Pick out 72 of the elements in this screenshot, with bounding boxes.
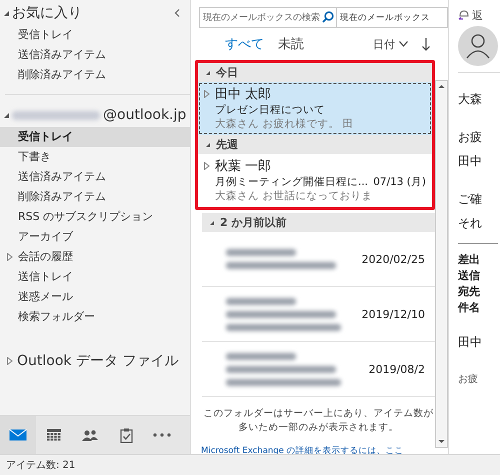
collapse-icon[interactable] xyxy=(174,9,180,17)
mail-date: 2020/02/25 xyxy=(362,252,425,266)
folder-item[interactable]: アーカイブ xyxy=(0,227,190,247)
folder-item[interactable]: 受信トレイ xyxy=(0,25,190,45)
expand-icon[interactable] xyxy=(4,10,9,16)
message-text: 田中 xyxy=(458,334,483,351)
message-text: 大森 xyxy=(458,91,483,108)
mail-subject: プレゼン日程について xyxy=(215,103,326,117)
mail-preview: 大森さん お疲れ様です。 田 xyxy=(214,117,355,131)
group-heading[interactable]: 先週 xyxy=(216,137,238,152)
folder-item[interactable]: RSS のサブスクリプション xyxy=(0,207,190,227)
people-icon xyxy=(82,429,98,441)
sort-direction-icon[interactable] xyxy=(422,38,430,50)
mail-item[interactable]: 2019/08/2 xyxy=(202,342,435,397)
sender-name: 秋葉 一郎 xyxy=(215,158,272,175)
reply-icon xyxy=(458,10,470,21)
folder-item[interactable]: 検索フォルダー xyxy=(0,307,190,327)
blurred-text xyxy=(226,352,296,360)
message-text: ご確 xyxy=(458,191,483,208)
item-count: アイテム数: 21 xyxy=(6,459,76,472)
sort-dropdown[interactable]: 日付 xyxy=(373,36,408,52)
sender-name: 田中 太郎 xyxy=(215,86,272,103)
filter-tab[interactable]: 未読 xyxy=(278,35,304,53)
blurred-text xyxy=(226,298,296,304)
mail-subject: 月例ミーティング開催日程に... xyxy=(215,175,370,189)
message-text: 田中 xyxy=(458,153,483,170)
mail-item[interactable]: 2019/12/10 xyxy=(202,287,435,342)
more-icon xyxy=(153,433,171,437)
message-text: 送信 xyxy=(458,268,481,284)
search-field[interactable]: 現在のメールボックスの検索 xyxy=(199,7,337,28)
mail-icon xyxy=(9,429,27,441)
message-text: それ xyxy=(458,215,483,232)
mail-item[interactable]: 田中 太郎 プレゼン日程について 大森さん お疲れ様です。 田 xyxy=(198,82,432,135)
folder-item[interactable]: 会話の履歴 xyxy=(0,247,190,267)
favorites-heading[interactable]: お気に入り xyxy=(12,4,82,22)
folder-item[interactable]: 送信済みアイテム xyxy=(0,167,190,187)
message-text: 件名 xyxy=(458,300,481,316)
group-heading[interactable]: 今日 xyxy=(216,65,238,80)
blurred-text xyxy=(226,249,296,256)
account-address[interactable]: @outlook.jp xyxy=(103,107,186,123)
folder-item[interactable]: 迷惑メール xyxy=(0,287,190,307)
filter-tab[interactable]: すべて xyxy=(225,35,264,53)
scrollbar[interactable] xyxy=(435,80,448,448)
notice-text: このフォルダーはサーバー上にあり、アイテム数が多いため一部のみが表示されます。 xyxy=(202,407,434,435)
mail-date: 07/13 (月) xyxy=(373,175,426,189)
search-icon[interactable] xyxy=(322,11,334,23)
folder-item[interactable]: 送信トレイ xyxy=(0,267,190,287)
caret-icon xyxy=(399,41,408,47)
folder-item[interactable]: 受信トレイ xyxy=(0,127,190,147)
mail-item[interactable]: 2020/02/25 xyxy=(202,232,435,287)
reply-button[interactable]: 返 xyxy=(458,8,500,23)
avatar-icon xyxy=(458,26,498,66)
mail-nav-button[interactable] xyxy=(0,416,36,454)
folder-item[interactable]: 下書き xyxy=(0,147,190,167)
data-file-heading[interactable]: Outlook データ ファイル xyxy=(17,353,178,369)
calendar-icon xyxy=(47,429,61,441)
expand-icon[interactable] xyxy=(7,253,13,261)
expand-icon[interactable] xyxy=(7,357,13,365)
mail-preview: 大森さん お世話になっておりま xyxy=(214,189,374,203)
exchange-link[interactable]: Microsoft Exchange の詳細を表示するには、ここ xyxy=(201,444,435,454)
mail-date: 2019/12/10 xyxy=(362,308,425,320)
folder-item[interactable]: 削除済みアイテム xyxy=(0,187,190,207)
folder-item[interactable]: 削除済みアイテム xyxy=(0,65,190,85)
folder-item[interactable]: 送信済みアイテム xyxy=(0,45,190,65)
message-text: お疲 xyxy=(458,372,479,387)
scope-dropdown[interactable]: 現在のメールボックス xyxy=(337,7,448,28)
clipboard-check-icon xyxy=(120,428,132,442)
message-text: 差出 xyxy=(458,252,481,268)
expand-icon[interactable] xyxy=(204,162,210,170)
message-text: 宛先 xyxy=(458,284,481,300)
message-text: お疲 xyxy=(458,129,483,146)
mail-date: 2019/08/2 xyxy=(368,362,425,376)
